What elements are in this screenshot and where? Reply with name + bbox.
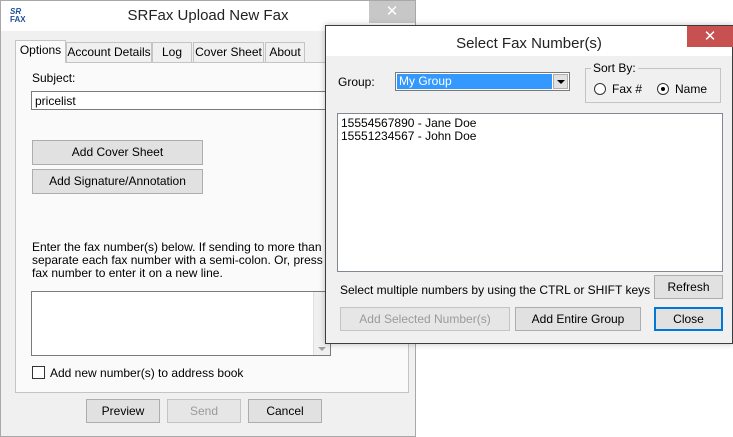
tab-account-details[interactable]: Account Details [66,42,152,62]
list-item[interactable]: 15554567890 - Jane Doe [341,116,476,130]
add-to-address-book-checkbox[interactable] [32,366,45,379]
add-to-address-book-label: Add new number(s) to address book [50,366,244,380]
selection-hint: Select multiple numbers by using the CTR… [340,283,651,297]
dropdown-button[interactable] [553,74,568,89]
sort-name-label: Name [675,82,708,96]
add-cover-sheet-button[interactable]: Add Cover Sheet [32,140,203,165]
chevron-down-icon [557,80,565,84]
sort-fax-label: Fax # [612,82,643,96]
subject-label: Subject: [32,71,76,85]
fax-numbers-list[interactable]: 15554567890 - Jane Doe 15551234567 - Joh… [337,113,723,272]
close-icon: ✕ [703,28,717,45]
group-label: Group: [338,75,375,89]
select-fax-dialog: Select Fax Number(s) ✕ Group: My Group S… [325,25,733,344]
dialog-close-button[interactable]: ✕ [687,26,733,47]
refresh-button[interactable]: Refresh [654,275,723,299]
sort-by-group: Sort By: Fax # Name [585,61,721,103]
add-signature-button[interactable]: Add Signature/Annotation [32,169,203,194]
tab-log[interactable]: Log [152,42,192,62]
main-window-title: SRFax Upload New Fax [127,7,289,24]
add-selected-numbers-button[interactable]: Add Selected Number(s) [340,307,510,331]
sort-name-radio[interactable] [657,83,669,95]
main-close-button[interactable]: ✕ [369,1,415,23]
preview-button[interactable]: Preview [86,399,160,423]
cancel-button[interactable]: Cancel [248,399,322,423]
tab-about[interactable]: About [265,42,305,62]
group-select-value: My Group [397,74,552,89]
tab-cover-sheet[interactable]: Cover Sheet [193,42,264,62]
instructions-line-2: separate each fax number with a semi-col… [32,253,370,267]
close-button[interactable]: Close [654,307,723,331]
fax-numbers-textarea[interactable] [31,291,331,356]
group-select[interactable]: My Group [395,72,570,91]
dialog-title: Select Fax Number(s) [456,35,602,52]
sort-by-label: Sort By: [591,61,638,75]
chevron-down-icon [318,347,326,351]
send-button[interactable]: Send [167,399,241,423]
close-icon: ✕ [385,3,399,20]
list-item[interactable]: 15551234567 - John Doe [341,129,476,143]
add-entire-group-button[interactable]: Add Entire Group [515,307,641,331]
dialog-titlebar[interactable]: Select Fax Number(s) ✕ [326,26,733,56]
subject-input[interactable]: pricelist [31,91,331,110]
instructions-line-1: Enter the fax number(s) below. If sendin… [32,240,365,254]
instructions-line-3: fax number to enter it on a new line. [32,266,223,280]
sort-fax-radio[interactable] [594,83,606,95]
tab-options[interactable]: Options [15,40,66,63]
